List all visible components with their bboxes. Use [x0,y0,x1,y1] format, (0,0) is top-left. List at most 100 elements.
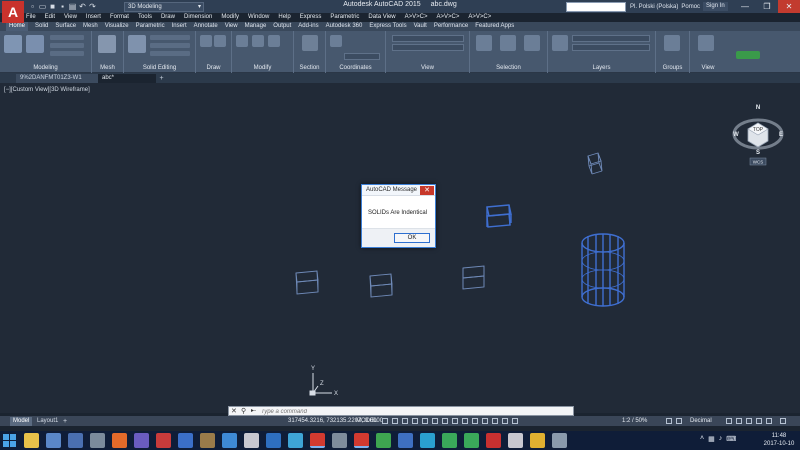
app9-icon[interactable] [200,433,215,448]
autocad-logo[interactable]: A [2,1,24,23]
annotation-monitor-icon[interactable] [676,418,682,424]
tool-row[interactable] [50,43,84,48]
toggle-icon[interactable] [736,51,760,59]
ok-button[interactable]: OK [394,233,430,243]
model-space-button[interactable]: MODEL [356,416,377,426]
line-icon[interactable] [200,35,212,47]
close-icon[interactable]: ✕ [778,0,800,13]
ribbon-tab[interactable]: Surface [55,22,76,31]
annotation-visibility-icon[interactable] [512,418,518,424]
selection-cycling-icon[interactable] [472,418,478,424]
volume-icon[interactable]: ♪ [719,435,723,443]
ribbon-tab[interactable]: Solid [35,22,48,31]
menu-item[interactable]: Tools [138,13,152,22]
tool-row[interactable] [150,35,190,40]
ribbon-tab[interactable]: Featured Apps [475,22,514,31]
close-icon[interactable]: ✕ [420,186,434,195]
ribbon-tab[interactable]: Parametric [136,22,165,31]
3d-osnap-icon[interactable] [482,418,488,424]
viewport-icon[interactable] [698,35,714,51]
view-dropdown[interactable] [392,44,464,51]
quick-properties-icon[interactable] [726,418,732,424]
annotation-scale[interactable]: 1:2 / 50% [622,416,647,426]
extrude-icon[interactable] [26,35,44,53]
ribbon-tab[interactable]: Express Tools [369,22,406,31]
section-plane-icon[interactable] [302,35,318,51]
tool-row[interactable] [50,51,84,56]
app22-icon[interactable] [486,433,501,448]
compass-w[interactable]: W [733,132,739,138]
group-icon[interactable] [664,35,680,51]
dynamic-ucs-icon[interactable] [442,418,448,424]
app8-icon[interactable] [178,433,193,448]
app17-icon[interactable] [376,433,391,448]
menu-item[interactable]: Format [110,13,129,22]
app6-icon[interactable] [134,433,149,448]
tab-model[interactable]: Model [10,417,33,426]
ribbon-tab[interactable]: Add-ins [298,22,318,31]
ribbon-tab[interactable]: Mesh [83,22,98,31]
osnap-icon[interactable] [422,418,428,424]
lock-ui-icon[interactable] [736,418,742,424]
transparency-icon[interactable] [462,418,468,424]
ribbon-tab[interactable]: Performance [434,22,468,31]
panel-label[interactable]: Mesh [92,65,123,72]
menu-item[interactable]: Help [278,13,290,22]
compass-n[interactable]: N [756,105,760,111]
menu-item[interactable]: Express [300,13,322,22]
tab-home[interactable]: Home [6,22,29,31]
app21-icon[interactable] [464,433,479,448]
app23-icon[interactable] [508,433,523,448]
ribbon-tab[interactable]: Output [273,22,291,31]
ucs-icon[interactable] [330,35,342,47]
sign-in-button[interactable]: Sign In [703,2,728,11]
viewcube-top-label[interactable]: TOP [753,127,764,133]
app19-icon[interactable] [420,433,435,448]
panel-label[interactable]: Selection [470,65,547,72]
panel-label[interactable]: Groups [656,65,689,72]
snap-icon[interactable] [392,418,398,424]
chrome-icon[interactable] [530,433,545,448]
compass-s[interactable]: S [756,150,760,156]
network-icon[interactable]: ▦ [708,435,715,443]
tool-row[interactable] [150,43,190,48]
gizmo-icon[interactable] [502,418,508,424]
tab-layout1[interactable]: Layout1 [34,417,61,426]
circle-icon[interactable] [214,35,226,47]
lineweight-icon[interactable] [452,418,458,424]
ribbon-tab[interactable]: Manage [245,22,267,31]
taskbar-clock[interactable]: 11:48 2017-10-10 [760,432,798,448]
panel-label[interactable]: Layers [548,65,655,72]
panel-label[interactable]: Coordinates [326,65,385,72]
union-icon[interactable] [128,35,146,53]
tool-row[interactable] [150,51,190,56]
layer-properties-icon[interactable] [552,35,568,51]
help-label[interactable]: Pomoc [681,4,700,10]
visual-style-dropdown[interactable] [392,35,464,42]
minimize-icon[interactable]: — [734,0,756,13]
close-icon[interactable]: ✕ [231,407,237,416]
no-filter-icon[interactable] [500,35,516,51]
panel-label[interactable]: View [386,65,469,72]
otrack-icon[interactable] [432,418,438,424]
compass-e[interactable]: E [779,132,783,138]
new-tab-icon[interactable]: + [158,75,165,82]
customize-icon[interactable]: ⚲ [241,407,246,416]
layer-dropdown[interactable] [572,35,650,42]
isolate-objects-icon[interactable] [746,418,752,424]
windows-start-icon[interactable] [3,434,16,447]
app13-icon[interactable] [288,433,303,448]
file-tab-active[interactable]: abc* [98,74,156,83]
rotate-icon[interactable] [252,35,264,47]
add-layout-icon[interactable]: + [63,417,67,426]
move-icon[interactable] [236,35,248,47]
menu-item[interactable]: Modify [221,13,239,22]
ucs-dropdown[interactable] [344,53,380,60]
command-input[interactable] [261,408,561,415]
panel-label[interactable]: Modify [232,65,293,72]
panel-label[interactable]: Solid Editing [124,65,195,72]
box-icon[interactable] [4,35,22,53]
tool-row[interactable] [50,35,84,40]
app18-icon[interactable] [398,433,413,448]
menu-item[interactable]: A>V>C> [437,13,460,22]
